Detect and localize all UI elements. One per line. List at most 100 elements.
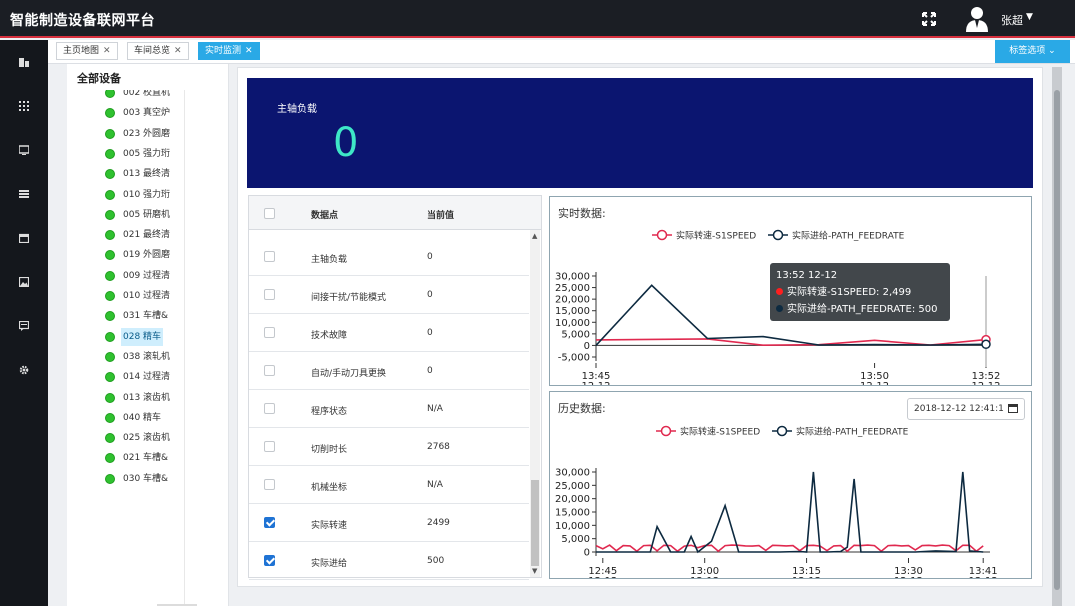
close-icon[interactable]: ✕ (103, 46, 111, 56)
row-checkbox[interactable] (264, 517, 275, 528)
device-item[interactable]: 010 强力珩 (105, 186, 184, 204)
image-icon[interactable] (12, 270, 36, 294)
device-item[interactable]: 009 过程清 (105, 267, 184, 285)
page-scrollbar-thumb[interactable] (1054, 90, 1060, 590)
realtime-chart-panel: 实时数据: 实际转速-S1SPEED 实际进给-PATH_FEEDRATE 30,0… (549, 196, 1032, 386)
x-tick-date-label: 12-12 (588, 576, 617, 578)
device-item[interactable]: 021 车槽& (105, 449, 184, 467)
device-list[interactable]: 002 校直机 003 真空炉 023 外圆磨 005 强力珩 013 最终清 010 强… (67, 90, 185, 606)
tab-bar: 主页地图 ✕ 车间总览 ✕ 实时监测 ✕ 标签选项 ⌄ (48, 40, 1075, 64)
history-date-picker[interactable]: 2018-12-12 12:41:1 (907, 398, 1025, 420)
scroll-down-icon[interactable]: ▼ (532, 567, 537, 575)
device-item-label: 002 校直机 (123, 90, 171, 98)
row-checkbox[interactable] (264, 289, 275, 300)
device-item[interactable]: 021 最终清 (105, 226, 184, 244)
chevron-down-icon: ⌄ (1048, 46, 1056, 56)
device-item[interactable]: 003 真空炉 (105, 104, 184, 122)
table-row: 机械坐标 N/A (249, 466, 529, 504)
fullscreen-icon[interactable] (921, 11, 937, 27)
device-item[interactable]: 040 精车 (105, 409, 184, 427)
building-icon[interactable] (12, 50, 36, 74)
device-item[interactable]: 014 过程清 (105, 368, 184, 386)
legend-item[interactable]: 实际转速-S1SPEED (652, 230, 756, 242)
datapoint-value: N/A (427, 480, 443, 490)
grid-icon[interactable] (12, 94, 36, 118)
app-title: 智能制造设备联网平台 (10, 13, 155, 29)
row-checkbox[interactable] (264, 365, 275, 376)
status-online-icon (105, 250, 115, 261)
tooltip-line-feed: 实际进给-PATH_FEEDRATE: 500 (776, 301, 944, 318)
device-item[interactable]: 013 最终清 (105, 165, 184, 183)
select-all-checkbox[interactable] (264, 208, 275, 219)
device-item-label: 010 强力珩 (123, 189, 171, 200)
table-row: 实际进给 500 (249, 542, 529, 580)
device-item-label: 009 过程清 (123, 270, 171, 281)
datapoint-table-scrollbar-thumb[interactable] (531, 480, 539, 566)
device-item[interactable]: 005 研磨机 (105, 206, 184, 224)
row-checkbox[interactable] (264, 555, 275, 566)
legend-label: 实际进给-PATH_FEEDRATE (796, 426, 909, 438)
y-tick-label: 10,000 (555, 521, 590, 532)
y-tick-label: 30,000 (555, 468, 590, 479)
y-tick-label: -5,000 (558, 353, 590, 364)
device-item[interactable]: 030 车槽& (105, 470, 184, 488)
chevron-down-icon[interactable]: ▼ (1026, 12, 1033, 22)
legend-item[interactable]: 实际转速-S1SPEED (656, 426, 760, 438)
tab-workshop-overview[interactable]: 车间总览 ✕ (127, 42, 189, 60)
scroll-up-icon[interactable]: ▲ (532, 232, 537, 240)
row-checkbox[interactable] (264, 327, 275, 338)
tab-label: 实时监测 (205, 46, 242, 56)
device-item[interactable]: 025 滚齿机 (105, 429, 184, 447)
series-dot-icon (776, 305, 783, 312)
device-item[interactable]: 010 过程清 (105, 287, 184, 305)
table-row: 自动/手动刀具更换 0 (249, 352, 529, 390)
monitor-icon[interactable] (12, 138, 36, 162)
device-item[interactable]: 028 精车 (105, 327, 184, 346)
device-item-label: 019 外圆磨 (123, 250, 171, 261)
hover-point (981, 339, 991, 350)
status-online-icon (105, 209, 115, 220)
device-panel-title: 全部设备 (77, 72, 121, 85)
device-item-label: 028 精车 (121, 327, 164, 346)
user-avatar-icon[interactable] (965, 6, 989, 32)
spindle-load-banner: 主轴负载 0 (247, 78, 1033, 188)
tab-home-map[interactable]: 主页地图 ✕ (56, 42, 118, 60)
device-item[interactable]: 038 滚轧机 (105, 348, 184, 366)
list-icon[interactable] (12, 182, 36, 206)
tab-label: 主页地图 (63, 46, 100, 56)
calendar-icon[interactable] (12, 226, 36, 250)
row-checkbox[interactable] (264, 403, 275, 414)
close-icon[interactable]: ✕ (245, 46, 253, 56)
datapoint-name: 机械坐标 (311, 483, 348, 493)
series-line-feedrate[interactable] (596, 471, 984, 554)
tab-options-button[interactable]: 标签选项 ⌄ (995, 40, 1070, 63)
close-icon[interactable]: ✕ (174, 46, 182, 56)
legend-item[interactable]: 实际进给-PATH_FEEDRATE (772, 426, 909, 438)
user-name[interactable]: 张超 (1001, 12, 1023, 28)
table-row: 切削时长 2768 (249, 428, 529, 466)
series-line-speed[interactable] (595, 544, 984, 553)
device-item[interactable]: 031 车槽& (105, 307, 184, 325)
device-item-label: 003 真空炉 (123, 108, 171, 119)
y-tick-label: 5,000 (561, 534, 590, 545)
datapoint-value: 0 (427, 290, 433, 300)
y-tick-label: 15,000 (555, 306, 590, 317)
device-item[interactable]: 013 滚齿机 (105, 389, 184, 407)
row-checkbox[interactable] (264, 479, 275, 490)
legend-item[interactable]: 实际进给-PATH_FEEDRATE (768, 230, 905, 242)
device-item[interactable]: 005 强力珩 (105, 145, 184, 163)
message-icon[interactable] (12, 314, 36, 338)
settings-icon[interactable] (12, 358, 36, 382)
row-checkbox[interactable] (264, 251, 275, 262)
device-item[interactable]: 002 校直机 (105, 90, 184, 102)
device-item[interactable]: 023 外圆磨 (105, 125, 184, 143)
y-tick-label: 30,000 (555, 272, 590, 283)
table-row: 间接干扰/节能模式 0 (249, 276, 529, 314)
tab-realtime-monitoring[interactable]: 实时监测 ✕ (198, 42, 260, 60)
calendar-icon[interactable] (1008, 404, 1018, 413)
x-tick-date-label: 12-12 (969, 576, 998, 578)
datapoint-value: 0 (427, 328, 433, 338)
row-checkbox[interactable] (264, 441, 275, 452)
device-item[interactable]: 019 外圆磨 (105, 246, 184, 264)
tooltip-speed-text: 实际转速-S1SPEED: 2,499 (787, 287, 912, 298)
